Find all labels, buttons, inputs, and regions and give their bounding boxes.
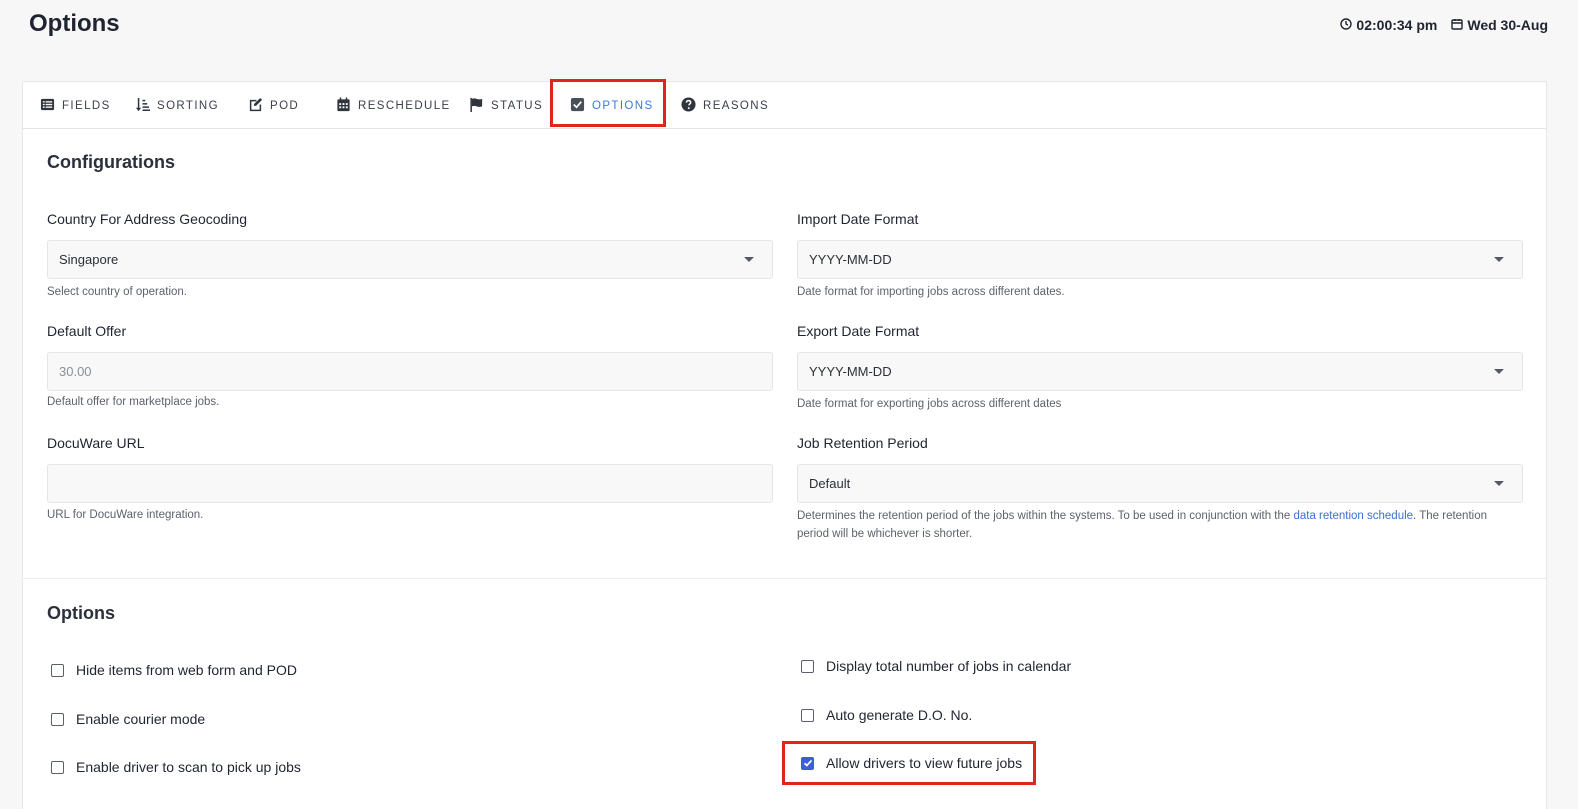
retention-select[interactable]: Default	[797, 464, 1523, 503]
option-auto-generate-do[interactable]: Auto generate D.O. No.	[801, 707, 972, 723]
tab-label: STATUS	[491, 99, 544, 112]
retention-label: Job Retention Period	[797, 435, 928, 451]
tab-sorting[interactable]: SORTING	[135, 82, 219, 129]
options-title: Options	[47, 603, 115, 623]
time-text: 02:00:34 pm	[1356, 17, 1438, 33]
country-label: Country For Address Geocoding	[47, 211, 247, 227]
clock-area: 02:00:34 pm Wed 30-Aug	[1340, 17, 1548, 33]
option-scan-pickup[interactable]: Enable driver to scan to pick up jobs	[51, 759, 301, 775]
country-help: Select country of operation.	[47, 286, 187, 298]
chevron-down-icon	[1494, 257, 1504, 262]
checkbox[interactable]	[801, 659, 814, 673]
import-date-select[interactable]: YYYY-MM-DD	[797, 240, 1523, 279]
checkbox-checked[interactable]	[801, 756, 814, 770]
tab-reasons[interactable]: REASONS	[681, 82, 769, 129]
export-date-value: YYYY-MM-DD	[809, 364, 892, 379]
option-label: Display total number of jobs in calendar	[826, 658, 1072, 674]
export-date-label: Export Date Format	[797, 323, 920, 339]
checkbox[interactable]	[51, 760, 64, 774]
option-display-total-jobs[interactable]: Display total number of jobs in calendar	[801, 658, 1071, 674]
docuware-label: DocuWare URL	[47, 435, 145, 451]
default-offer-label: Default Offer	[47, 323, 127, 339]
data-retention-schedule-link[interactable]: data retention schedule	[1293, 510, 1413, 522]
section-divider	[23, 578, 1546, 579]
question-circle-icon	[681, 96, 696, 115]
tab-pod[interactable]: POD	[248, 82, 299, 129]
default-offer-input[interactable]: 30.00	[47, 352, 773, 391]
docuware-url-input[interactable]	[47, 464, 773, 503]
tab-options[interactable]: OPTIONS	[570, 82, 654, 129]
default-offer-placeholder: 30.00	[59, 364, 92, 379]
sort-icon	[135, 97, 150, 115]
option-label: Enable courier mode	[76, 711, 206, 727]
import-date-help: Date format for importing jobs across di…	[797, 286, 1065, 298]
date-text: Wed 30-Aug	[1467, 17, 1548, 33]
checkbox[interactable]	[801, 708, 814, 722]
option-view-future-jobs[interactable]: Allow drivers to view future jobs	[801, 755, 1022, 771]
configurations-title: Configurations	[47, 152, 175, 172]
retention-value: Default	[809, 476, 851, 491]
tab-reschedule[interactable]: RESCHEDULE	[336, 82, 451, 129]
tab-label: REASONS	[703, 99, 770, 112]
option-hide-items[interactable]: Hide items from web form and POD	[51, 662, 297, 678]
export-date-help: Date format for exporting jobs across di…	[797, 398, 1062, 410]
edit-icon	[248, 97, 263, 115]
tab-label: FIELDS	[62, 99, 111, 112]
option-courier-mode[interactable]: Enable courier mode	[51, 711, 205, 727]
settings-card: FIELDS SORTING POD RESCHEDULE STATUS OPT…	[22, 79, 1547, 809]
list-icon	[40, 97, 55, 115]
tab-label: POD	[270, 99, 300, 112]
chevron-down-icon	[744, 257, 754, 262]
calendar-icon	[336, 96, 351, 115]
check-square-icon	[570, 97, 585, 115]
tab-label: OPTIONS	[592, 99, 654, 112]
chevron-down-icon	[1494, 369, 1504, 374]
tab-label: RESCHEDULE	[358, 99, 451, 112]
option-label: Auto generate D.O. No.	[826, 707, 973, 723]
calendar-small-icon	[1451, 17, 1464, 33]
option-label: Enable driver to scan to pick up jobs	[76, 759, 301, 775]
tab-status[interactable]: STATUS	[469, 82, 543, 129]
import-date-label: Import Date Format	[797, 211, 919, 227]
import-date-value: YYYY-MM-DD	[809, 252, 892, 267]
top-bar: Options 02:00:34 pm Wed 30-Aug	[0, 0, 1578, 56]
country-value: Singapore	[59, 252, 119, 267]
clock-icon	[1340, 17, 1353, 33]
chevron-down-icon	[1494, 481, 1504, 486]
tab-bar: FIELDS SORTING POD RESCHEDULE STATUS OPT…	[23, 79, 1546, 129]
tab-fields[interactable]: FIELDS	[40, 82, 111, 129]
flag-icon	[469, 97, 484, 115]
time-display: 02:00:34 pm	[1340, 17, 1437, 33]
retention-help: Determines the retention period of the j…	[797, 507, 1497, 543]
default-offer-help: Default offer for marketplace jobs.	[47, 396, 220, 408]
tab-label: SORTING	[157, 99, 219, 112]
country-select[interactable]: Singapore	[47, 240, 773, 279]
export-date-select[interactable]: YYYY-MM-DD	[797, 352, 1523, 391]
retention-help-text: Determines the retention period of the j…	[797, 510, 1294, 522]
option-label: Allow drivers to view future jobs	[826, 755, 1023, 771]
checkbox[interactable]	[51, 712, 64, 726]
option-label: Hide items from web form and POD	[76, 662, 297, 678]
check-icon	[803, 759, 812, 767]
date-display: Wed 30-Aug	[1451, 17, 1548, 33]
checkbox[interactable]	[51, 663, 64, 677]
docuware-help: URL for DocuWare integration.	[47, 509, 204, 521]
page-title: Options	[29, 10, 120, 37]
